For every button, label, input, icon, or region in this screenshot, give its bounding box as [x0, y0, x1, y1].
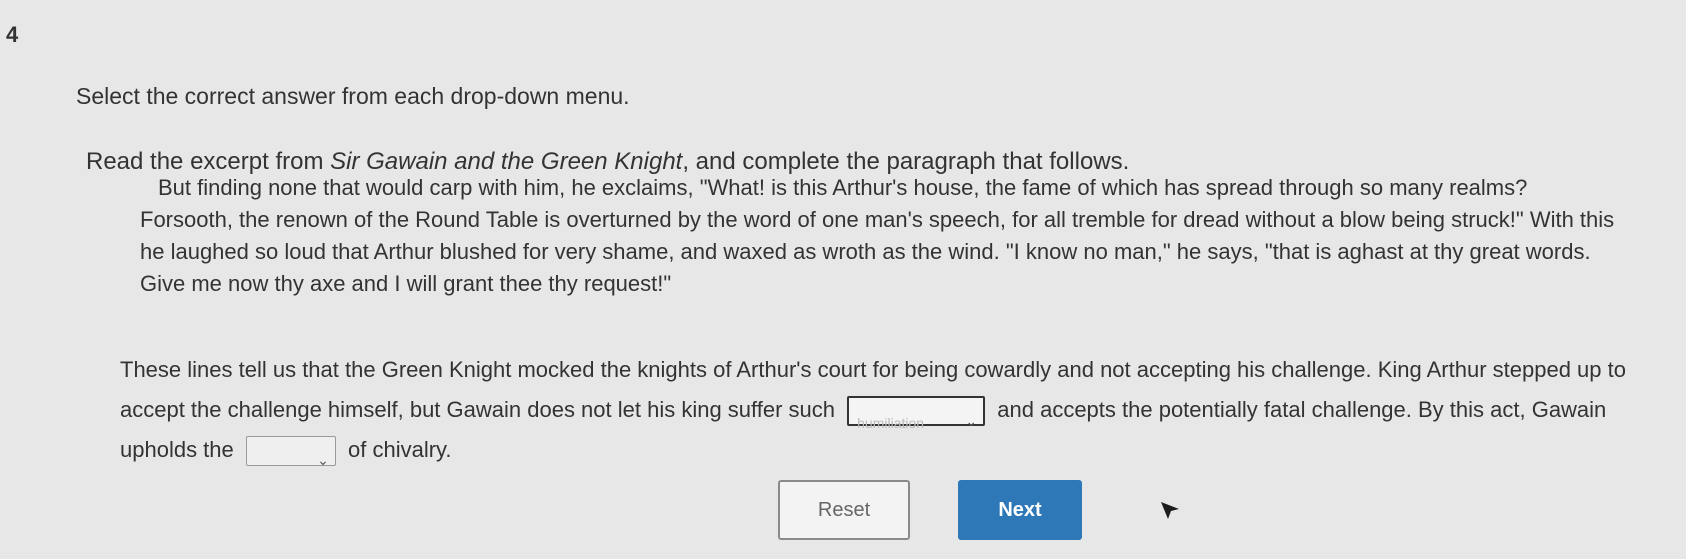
answer-dropdown-2[interactable]: ⌄ — [245, 436, 336, 468]
answer-dropdown-1-value: humiliation — [857, 415, 925, 432]
mouse-pointer-icon — [1161, 502, 1179, 519]
chevron-down-icon: ⌄ — [965, 413, 978, 430]
read-prompt-before: Read the excerpt from — [86, 148, 331, 175]
chevron-down-icon: ⌄ — [317, 452, 329, 469]
question-number: 4 — [6, 22, 19, 47]
work-title: Sir Gawain and the Green Knight — [330, 148, 683, 175]
answer-dropdown-1[interactable]: humiliation ⌄ — [847, 396, 986, 431]
excerpt-text: But finding none that would carp with hi… — [140, 175, 1615, 296]
reset-button[interactable]: Reset — [778, 480, 910, 540]
next-button[interactable]: Next — [958, 480, 1082, 540]
completion-paragraph: These lines tell us that the Green Knigh… — [120, 350, 1640, 470]
paragraph-part-3: of chivalry. — [348, 437, 452, 462]
excerpt-block: But finding none that would carp with hi… — [140, 172, 1620, 300]
instruction-text: Select the correct answer from each drop… — [76, 83, 630, 109]
read-prompt-after: , and complete the paragraph that follow… — [682, 148, 1130, 175]
